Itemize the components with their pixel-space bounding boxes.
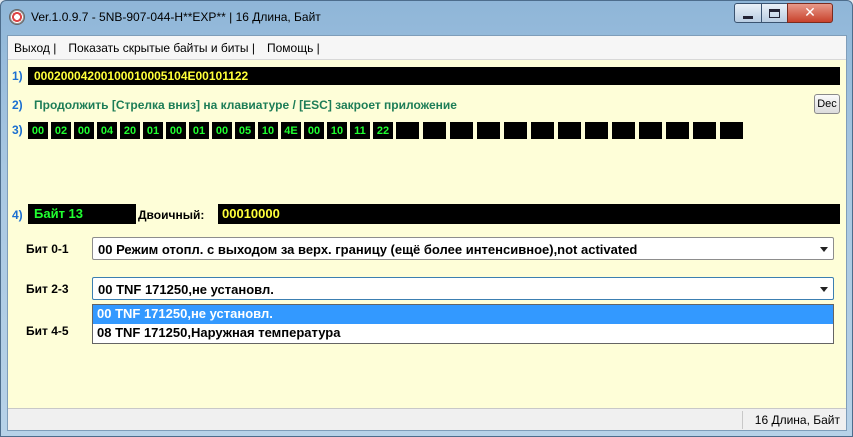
- minimize-icon: [743, 15, 753, 19]
- byte-cell: 04: [97, 122, 117, 139]
- row-number-1: 1): [12, 69, 23, 83]
- byte-cell-empty: [612, 122, 635, 139]
- byte-cell-empty: [477, 122, 500, 139]
- byte-cell-empty: [531, 122, 554, 139]
- chevron-down-icon: [820, 287, 828, 292]
- byte-cell-empty: [396, 122, 419, 139]
- status-bar: 16 Длина, Байт: [8, 408, 846, 430]
- bit-0-1-label: Бит 0-1: [26, 242, 69, 256]
- ident-bar: 00020004200100010005104E00101122: [28, 67, 840, 85]
- close-button[interactable]: ✕: [787, 3, 833, 23]
- bit-0-1-select[interactable]: 00 Режим отопл. с выходом за верх. грани…: [92, 237, 834, 260]
- app-icon: [9, 9, 25, 25]
- menu-show-hidden[interactable]: Показать скрытые байты и биты |: [62, 41, 261, 55]
- byte-cell: 00: [28, 122, 48, 139]
- byte-cell-empty: [693, 122, 716, 139]
- bit-2-3-dropdown-list: 00 TNF 171250,не установл. 08 TNF 171250…: [92, 304, 834, 344]
- maximize-button[interactable]: [761, 3, 788, 23]
- maximize-icon: [769, 8, 780, 18]
- row-number-2: 2): [12, 98, 23, 112]
- close-icon: ✕: [804, 5, 816, 21]
- byte-cell-empty: [639, 122, 662, 139]
- byte-cell-empty: [450, 122, 473, 139]
- app-window: Ver.1.0.9.7 - 5NB-907-044-H**EXP** | 16 …: [0, 0, 853, 437]
- byte-label: Байт 13: [28, 204, 136, 224]
- byte-cell: 00: [304, 122, 324, 139]
- bit-4-5-label: Бит 4-5: [26, 324, 69, 338]
- byte-cell: 22: [373, 122, 393, 139]
- byte-cell-empty: [504, 122, 527, 139]
- byte-cell: 4E: [281, 122, 301, 139]
- window-title: Ver.1.0.9.7 - 5NB-907-044-H**EXP** | 16 …: [31, 10, 321, 24]
- byte-cell-empty: [585, 122, 608, 139]
- byte-cell: 20: [120, 122, 140, 139]
- row-number-4: 4): [12, 208, 23, 222]
- bit-2-3-select[interactable]: 00 TNF 171250,не установл.: [92, 277, 834, 300]
- binary-value: 00010000: [222, 206, 280, 221]
- menu-bar: Выход | Показать скрытые байты и биты | …: [8, 36, 846, 60]
- row-number-3: 3): [12, 123, 23, 137]
- status-text: 16 Длина, Байт: [754, 413, 840, 427]
- bit-0-1-value: 00 Режим отопл. с выходом за верх. грани…: [98, 242, 638, 257]
- byte-cell: 00: [74, 122, 94, 139]
- byte-cell-empty: [666, 122, 689, 139]
- byte-cell: 00: [166, 122, 186, 139]
- byte-cell-empty: [720, 122, 743, 139]
- dropdown-option[interactable]: 00 TNF 171250,не установл.: [93, 305, 833, 324]
- title-bar[interactable]: Ver.1.0.9.7 - 5NB-907-044-H**EXP** | 16 …: [1, 1, 852, 35]
- byte-cell: 11: [350, 122, 370, 139]
- bit-2-3-value: 00 TNF 171250,не установл.: [98, 282, 274, 297]
- byte-cell: 00: [212, 122, 232, 139]
- binary-label: Двоичный:: [138, 208, 205, 222]
- chevron-down-icon: [820, 247, 828, 252]
- bit-2-3-label: Бит 2-3: [26, 282, 69, 296]
- hint-text: Продолжить [Стрелка вниз] на клавиатуре …: [34, 98, 457, 112]
- binary-box: 00010000: [218, 204, 840, 224]
- dec-button[interactable]: Dec: [814, 94, 840, 114]
- menu-help[interactable]: Помощь |: [261, 41, 326, 55]
- client-area: Выход | Показать скрытые байты и биты | …: [7, 35, 847, 431]
- byte-cells: 00 02 00 04 20 01 00 01 00 05 10 4E 00 10 11 22: [28, 122, 747, 139]
- menu-exit[interactable]: Выход |: [8, 41, 62, 55]
- byte-cell: 01: [143, 122, 163, 139]
- byte-cell: 05: [235, 122, 255, 139]
- minimize-button[interactable]: [734, 3, 762, 23]
- byte-cell-empty: [423, 122, 446, 139]
- byte-cell-empty: [558, 122, 581, 139]
- ident-string: 00020004200100010005104E00101122: [34, 69, 249, 83]
- byte-cell: 10: [327, 122, 347, 139]
- byte-cell: 01: [189, 122, 209, 139]
- dropdown-option[interactable]: 08 TNF 171250,Наружная температура: [93, 324, 833, 343]
- byte-cell: 10: [258, 122, 278, 139]
- byte-cell: 02: [51, 122, 71, 139]
- status-separator: [742, 411, 743, 429]
